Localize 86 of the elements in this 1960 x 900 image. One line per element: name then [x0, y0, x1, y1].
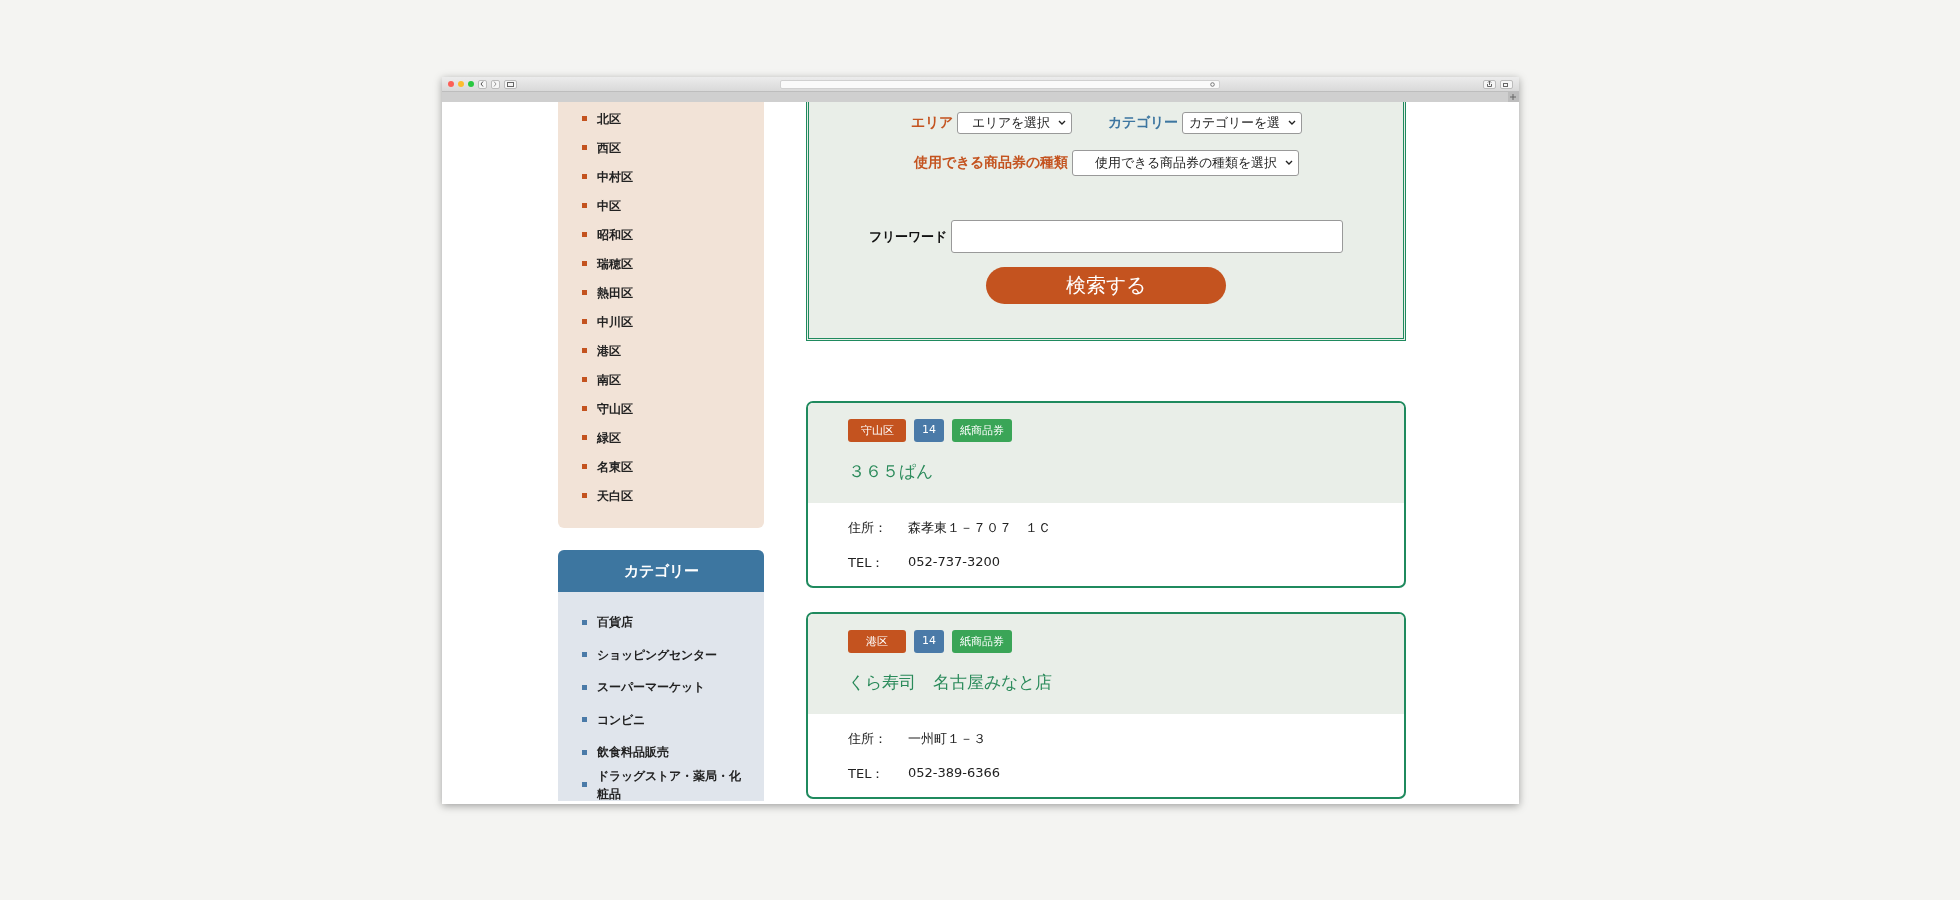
bullet-icon — [582, 232, 587, 237]
address-bar[interactable] — [779, 79, 1220, 89]
tabs-button[interactable] — [1499, 79, 1513, 89]
back-button[interactable] — [477, 79, 487, 89]
tag-label: 14 — [914, 419, 944, 442]
bullet-icon — [582, 145, 587, 150]
forward-button[interactable] — [490, 79, 500, 89]
bullet-icon — [582, 290, 587, 295]
tag-label: 紙商品券 — [952, 630, 1012, 653]
area-link[interactable]: 名東区 — [597, 457, 633, 476]
area-link[interactable]: 中村区 — [597, 167, 633, 186]
bullet-icon — [582, 464, 587, 469]
reload-icon — [1209, 81, 1215, 87]
area-link[interactable]: 瑞穂区 — [597, 254, 633, 273]
select-field[interactable]: カテゴリーを選 — [1181, 112, 1302, 134]
select-field[interactable]: 使用できる商品券の種類を選択 — [1071, 150, 1299, 176]
bullet-icon — [582, 319, 587, 324]
field-label: フリーワード — [869, 227, 947, 246]
category-link[interactable]: スーパーマーケット — [597, 678, 705, 697]
area-link[interactable]: 中区 — [597, 196, 621, 215]
field-label: 使用できる商品券の種類 — [913, 154, 1068, 172]
chevron-down-icon — [1057, 120, 1066, 126]
freeword-input[interactable] — [951, 220, 1343, 253]
sidebar-icon — [506, 81, 514, 87]
tag-label: 14 — [914, 630, 944, 653]
field-label: カテゴリー — [1107, 114, 1178, 132]
category-link[interactable]: コンビニ — [597, 710, 645, 729]
select-field[interactable]: エリアを選択 — [956, 112, 1072, 134]
bullet-icon — [582, 493, 587, 498]
area-link[interactable]: 天白区 — [597, 486, 633, 505]
category-link[interactable]: 百貨店 — [597, 613, 633, 632]
maximize-icon[interactable] — [467, 81, 474, 87]
bullet-icon — [582, 782, 587, 788]
bullet-icon — [582, 406, 587, 411]
bullet-icon — [582, 261, 587, 266]
address-text: 一州町１－３ — [908, 730, 986, 748]
bullet-icon — [582, 348, 587, 353]
bullet-icon — [582, 203, 587, 208]
bullet-icon — [582, 652, 587, 658]
bullet-icon — [582, 749, 587, 755]
area-link[interactable]: 昭和区 — [597, 225, 633, 244]
minimize-icon[interactable] — [457, 81, 464, 87]
tag-label: 紙商品券 — [952, 419, 1012, 442]
bullet-icon — [582, 116, 587, 121]
shop-name[interactable]: ３６５ぱん — [848, 460, 1364, 483]
area-link[interactable]: 緑区 — [597, 428, 621, 447]
bullet-icon — [582, 174, 587, 179]
bullet-icon — [582, 377, 587, 382]
bullet-icon — [582, 619, 587, 625]
category-link[interactable]: ショッピングセンター — [597, 645, 717, 664]
tel-text: 052-737-3200 — [908, 554, 1001, 571]
address-text: 森孝東１－７０７ １Ｃ — [908, 519, 1051, 537]
tag-label: 港区 — [848, 630, 906, 653]
share-icon — [1486, 81, 1492, 87]
area-link[interactable]: 守山区 — [597, 399, 633, 418]
field-label: エリア — [910, 114, 953, 132]
bullet-icon — [582, 684, 587, 690]
category-heading: カテゴリー — [558, 550, 764, 592]
area-link[interactable]: 北区 — [597, 109, 621, 128]
area-link[interactable]: 西区 — [597, 138, 621, 157]
tel-text: 052-389-6366 — [908, 765, 1001, 782]
tel-label: TEL： — [848, 765, 886, 783]
shop-name[interactable]: くら寿司 名古屋みなと店 — [848, 671, 1364, 694]
category-link[interactable]: 飲食料品販売 — [597, 743, 669, 762]
address-label: 住所： — [848, 730, 888, 748]
plus-icon — [1510, 94, 1516, 100]
address-label: 住所： — [848, 519, 888, 537]
back-icon — [480, 81, 484, 87]
chevron-down-icon — [1284, 160, 1293, 166]
chevron-down-icon — [1287, 120, 1296, 126]
close-icon[interactable] — [447, 81, 454, 87]
search-button[interactable]: 検索する — [986, 267, 1226, 304]
share-button[interactable] — [1482, 79, 1496, 89]
tag-label: 守山区 — [848, 419, 906, 442]
area-link[interactable]: 中川区 — [597, 312, 633, 331]
bullet-icon — [582, 717, 587, 723]
area-link[interactable]: 熱田区 — [597, 283, 633, 302]
sidebar-button[interactable] — [503, 79, 517, 89]
tel-label: TEL： — [848, 554, 886, 572]
new-tab-button[interactable] — [1507, 92, 1519, 102]
area-link[interactable]: 南区 — [597, 370, 621, 389]
tabs-icon — [1503, 81, 1509, 87]
bullet-icon — [582, 435, 587, 440]
area-link[interactable]: 港区 — [597, 341, 621, 360]
forward-icon — [493, 81, 497, 87]
category-link[interactable]: ドラッグストア・薬局・化粧品 — [597, 766, 746, 803]
